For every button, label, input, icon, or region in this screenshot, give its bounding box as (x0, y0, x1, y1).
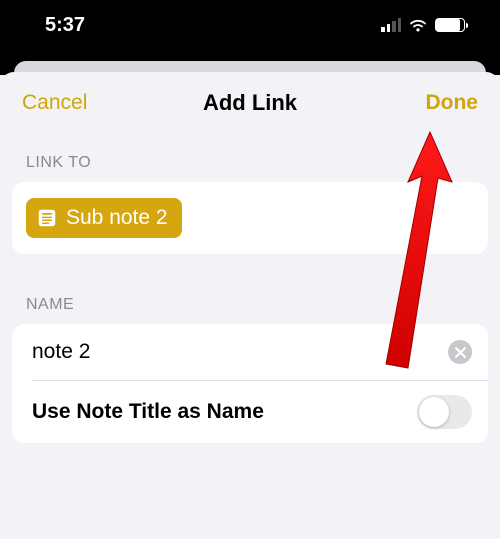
use-title-label: Use Note Title as Name (32, 400, 264, 424)
done-button[interactable]: Done (398, 91, 478, 115)
use-title-toggle[interactable] (417, 395, 472, 429)
linked-note-label: Sub note 2 (66, 206, 168, 230)
add-link-sheet: Cancel Add Link Done LINK TO Sub note 2 … (0, 72, 500, 539)
battery-icon (435, 18, 465, 32)
link-to-section-label: LINK TO (0, 142, 500, 182)
name-card: note 2 Use Note Title as Name (12, 324, 488, 443)
status-time: 5:37 (45, 14, 85, 37)
signal-icon (381, 18, 401, 32)
name-section-label: NAME (0, 284, 500, 324)
cancel-button[interactable]: Cancel (22, 91, 102, 115)
linked-note-chip[interactable]: Sub note 2 (26, 198, 182, 238)
sheet-header: Cancel Add Link Done (0, 72, 500, 142)
note-icon (36, 207, 58, 229)
wifi-icon (408, 18, 428, 33)
link-to-card[interactable]: Sub note 2 (12, 182, 488, 254)
name-input[interactable]: note 2 (32, 340, 90, 364)
close-icon (455, 347, 466, 358)
status-right (381, 18, 465, 33)
clear-name-button[interactable] (448, 340, 472, 364)
sheet-title: Add Link (203, 90, 297, 116)
status-bar: 5:37 (0, 0, 500, 55)
use-title-toggle-row[interactable]: Use Note Title as Name (12, 381, 488, 443)
name-input-row[interactable]: note 2 (12, 324, 488, 380)
